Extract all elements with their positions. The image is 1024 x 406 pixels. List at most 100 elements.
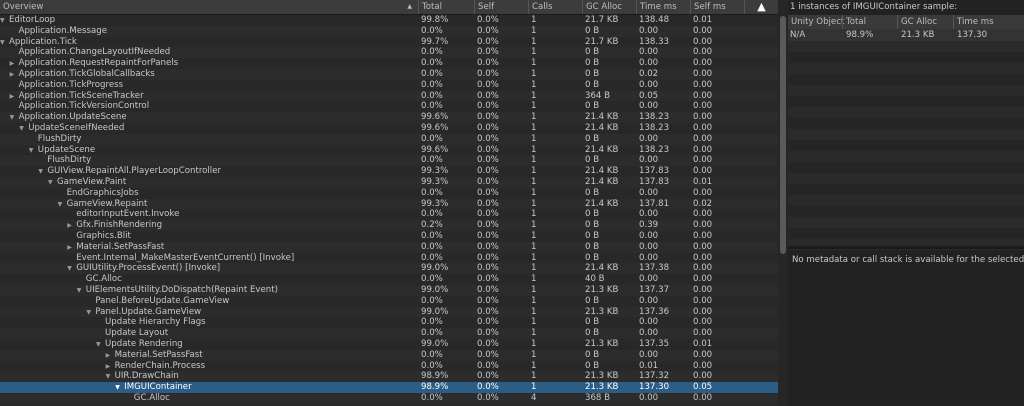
table-row[interactable]: ▶ Application.RequestRepaintForPanels 0.0%… [0, 58, 778, 69]
cell-gc: 0 B [585, 47, 600, 58]
cell-time: 0.00 [639, 241, 659, 252]
cell-self: 0.0% [477, 155, 499, 166]
empty-row [788, 184, 1024, 195]
cell-total: 99.3% [421, 176, 449, 187]
table-row[interactable]: ▼ UpdateScene 99.6% 0.0% 1 21.4 KB 138.23 0.00 [0, 145, 778, 156]
table-row[interactable]: FlushDirty 0.0% 0.0% 1 0 B 0.00 0.00 [0, 133, 778, 145]
table-row[interactable]: EndGraphicsJobs 0.0% 0.0% 1 0 B 0.00 0.00 [0, 188, 778, 199]
cell-gc: 21.3 KB [585, 284, 619, 295]
cell-selfms: 0.00 [693, 144, 713, 155]
cell-calls: 1 [531, 241, 537, 252]
row-name-cell: Application.Message [10, 26, 107, 37]
cell-gc: 21.4 KB [585, 122, 619, 133]
cell-selfms: 0.00 [693, 295, 713, 306]
cell-self: 0.0% [477, 274, 499, 285]
dropdown-arrow-icon[interactable]: ▲ [407, 0, 412, 14]
panel-splitter[interactable] [788, 246, 1024, 249]
table-row[interactable]: Event.Internal_MakeMasterEventCurrent() … [0, 253, 778, 264]
empty-row [788, 217, 1024, 228]
table-row[interactable]: ▼ UIElementsUtility.DoDispatch(Repaint Ev… [0, 284, 778, 296]
scrollbar-thumb[interactable] [780, 16, 786, 254]
cell-total: 0.0% [421, 68, 443, 79]
cell-gc: 0 B [585, 360, 600, 371]
table-row[interactable]: ▼ GameView.Repaint 99.3% 0.0% 1 21.4 KB 137.81… [0, 198, 778, 210]
table-row[interactable]: ▶ RenderChain.Process 0.0% 0.0% 1 0 B 0.01 0.00 [0, 361, 778, 372]
instance-time-ms: 137.30 [957, 30, 988, 40]
sample-name: FlushDirty [47, 155, 92, 166]
table-row[interactable]: ▶ Application.TickGlobalCallbacks 0.0% 0.0%… [0, 68, 778, 80]
table-row[interactable]: ▼ EditorLoop 99.8% 0.0% 1 21.7 KB 138.48 0.01 [0, 15, 778, 26]
column-detail-time-ms[interactable]: Time ms [953, 15, 1024, 29]
column-calls[interactable]: Calls [528, 0, 582, 14]
table-row[interactable]: ▶ Gfx.FinishRendering 0.2% 0.0% 1 0 B 0.39 0.00 [0, 220, 778, 231]
sample-name: UIElementsUtility.DoDispatch(Repaint Eve… [85, 284, 278, 295]
cell-gc: 0 B [585, 79, 600, 90]
table-row[interactable]: editorInputEvent.Invoke 0.0% 0.0% 1 0 B 0.00 0… [0, 209, 778, 220]
column-detail-gc-alloc[interactable]: GC Alloc [897, 15, 953, 29]
table-row[interactable]: Update Layout 0.0% 0.0% 1 0 B 0.00 0.00 [0, 328, 778, 339]
table-row[interactable]: ▼ UpdateSceneIfNeeded 99.6% 0.0% 1 21.4 KB 138… [0, 123, 778, 134]
column-time-ms[interactable]: Time ms [636, 0, 690, 14]
cell-self: 0.0% [477, 187, 499, 198]
cell-gc: 40 B [585, 274, 605, 285]
cell-gc: 0 B [585, 187, 600, 198]
table-row[interactable]: Graphics.Blit 0.0% 0.0% 1 0 B 0.00 0.00 [0, 231, 778, 242]
table-row[interactable]: Application.Message 0.0% 0.0% 1 0 B 0.00 0.00 [0, 25, 778, 37]
cell-calls: 1 [531, 263, 537, 274]
sample-name: Application.Tick [9, 36, 77, 47]
table-row[interactable]: ▼ Update Rendering 99.0% 0.0% 1 21.3 KB 137.35… [0, 339, 778, 350]
cell-total: 0.0% [421, 230, 443, 241]
table-row[interactable]: GC.Alloc 0.0% 0.0% 1 40 B 0.00 0.00 [0, 274, 778, 285]
table-row[interactable]: Panel.BeforeUpdate.GameView 0.0% 0.0% 1 0 B 0… [0, 296, 778, 307]
sample-name: IMGUIContainer [124, 382, 192, 393]
column-total[interactable]: Total [418, 0, 474, 14]
cell-selfms: 0.00 [693, 47, 713, 58]
column-gc-alloc[interactable]: GC Alloc [582, 0, 636, 14]
cell-total: 98.9% [421, 371, 449, 382]
vertical-scrollbar[interactable] [778, 0, 788, 406]
cell-calls: 1 [531, 47, 537, 58]
cell-self: 0.0% [477, 112, 499, 123]
sample-name: Application.Message [18, 25, 108, 36]
table-row[interactable]: Application.TickProgress 0.0% 0.0% 1 0 B 0.00… [0, 80, 778, 91]
table-row[interactable]: ▼ UIR.DrawChain 98.9% 0.0% 1 21.3 KB 137.32 0.0… [0, 371, 778, 383]
table-row[interactable]: ▼ GUIView.RepaintAll.PlayerLoopController… [0, 166, 778, 177]
cell-time: 0.00 [639, 328, 659, 339]
cell-time: 0.00 [639, 209, 659, 220]
column-time-ms-label: Time ms [640, 2, 677, 12]
table-row[interactable]: ▼ GUIUtility.ProcessEvent() [Invoke] 99.0%… [0, 263, 778, 275]
column-self-ms-label: Self ms [694, 2, 726, 12]
table-row[interactable]: ▼ GameView.Paint 99.3% 0.0% 1 21.4 KB 137.83 0.… [0, 176, 778, 188]
table-row[interactable]: ▶ Material.SetPassFast 0.0% 0.0% 1 0 B 0.00 0.0… [0, 241, 778, 253]
column-unity-object[interactable]: Unity Object [788, 15, 844, 29]
table-row[interactable]: ▼ Application.UpdateScene 99.6% 0.0% 1 21.4 K… [0, 112, 778, 123]
warning-triangle-icon[interactable]: ▲ [757, 0, 765, 13]
column-self-label: Self [478, 2, 495, 12]
sample-name: GUIUtility.ProcessEvent() [Invoke] [76, 263, 221, 274]
column-self[interactable]: Self [474, 0, 528, 14]
column-warning[interactable]: ▲ [744, 0, 778, 14]
column-self-ms[interactable]: Self ms [690, 0, 744, 14]
table-row[interactable]: Application.ChangeLayoutIfNeeded 0.0% 0.0%… [0, 47, 778, 59]
column-overview[interactable]: Overview ▲ [0, 0, 418, 14]
cell-selfms: 0.00 [693, 155, 713, 166]
sample-name: GameView.Repaint [66, 198, 148, 209]
table-row[interactable]: ▼ Application.Tick 99.7% 0.0% 1 21.7 KB 138.33… [0, 37, 778, 48]
column-detail-total[interactable]: Total [842, 15, 897, 29]
table-row[interactable]: GC.Alloc 0.0% 0.0% 4 368 B 0.00 0.00 [0, 392, 778, 404]
table-row[interactable]: ▶ Application.TickSceneTracker 0.0% 0.0% 1 36… [0, 90, 778, 102]
cell-time: 0.00 [639, 349, 659, 360]
table-row[interactable]: ▶ Material.SetPassFast 0.0% 0.0% 1 0 B 0.00 0.0… [0, 349, 778, 361]
row-name-cell: editorInputEvent.Invoke [67, 209, 179, 220]
instance-row[interactable]: N/A 98.9% 21.3 KB 137.30 [788, 29, 1024, 41]
cell-total: 0.0% [421, 47, 443, 58]
sample-name: Application.TickGlobalCallbacks [18, 68, 155, 79]
table-row[interactable]: Application.TickVersionControl 0.0% 0.0% 1 0… [0, 101, 778, 112]
cell-calls: 1 [531, 79, 537, 90]
cell-total: 0.0% [421, 360, 443, 371]
table-row[interactable]: Update Hierarchy Flags 0.0% 0.0% 1 0 B 0.00 0.… [0, 317, 778, 328]
table-row[interactable]: ▼ Panel.Update.GameView 99.0% 0.0% 1 21.3 KB 1… [0, 306, 778, 318]
table-row[interactable]: FlushDirty 0.0% 0.0% 1 0 B 0.00 0.00 [0, 155, 778, 167]
table-row[interactable]: ▼ IMGUIContainer 98.9% 0.0% 1 21.3 KB 137.30 0.… [0, 382, 778, 393]
cell-time: 0.00 [639, 47, 659, 58]
